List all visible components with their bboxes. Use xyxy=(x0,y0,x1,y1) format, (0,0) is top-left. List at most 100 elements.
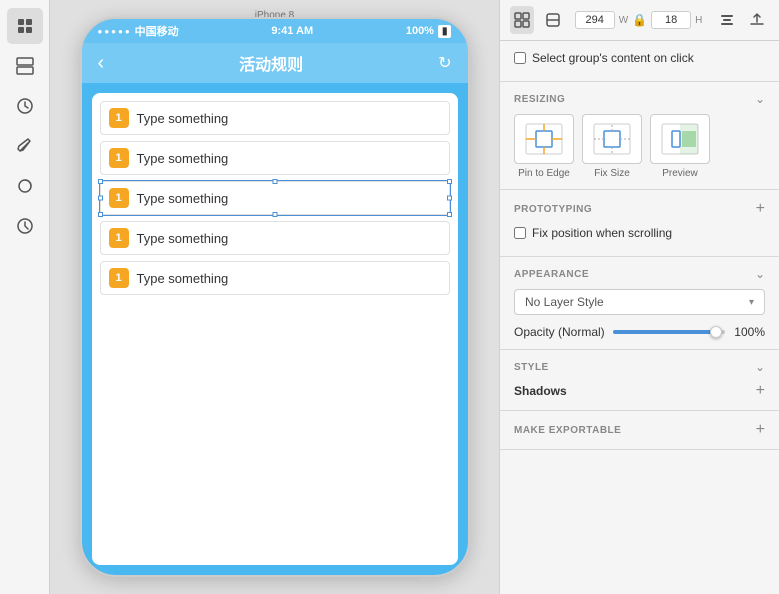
refresh-button[interactable]: ↻ xyxy=(438,53,451,73)
exportable-row: MAKE EXPORTABLE + xyxy=(514,421,765,439)
exportable-title: MAKE EXPORTABLE xyxy=(514,425,621,436)
opacity-value: 100% xyxy=(733,325,765,339)
arrange-icon[interactable] xyxy=(510,6,534,34)
resizing-options: Pin to Edge Fix Size xyxy=(514,114,765,179)
nav-title: 活动规则 xyxy=(239,51,303,75)
appearance-title: APPEARANCE xyxy=(514,269,589,280)
style-header: STYLE ⌄ xyxy=(514,360,765,374)
fix-position-checkbox[interactable] xyxy=(514,227,526,239)
selection-handle-ml[interactable] xyxy=(98,196,103,201)
prototyping-header: PROTOTYPING + xyxy=(514,200,765,218)
y-coordinate[interactable]: 18 xyxy=(651,11,691,29)
layer-style-text: No Layer Style xyxy=(525,295,604,309)
item-text: Type something xyxy=(137,191,441,206)
preview-label: Preview xyxy=(662,168,698,179)
prototyping-title: PROTOTYPING xyxy=(514,204,592,215)
opacity-label: Opacity (Normal) xyxy=(514,325,605,339)
battery-icon: ▮ xyxy=(438,25,452,38)
layer-style-dropdown[interactable]: No Layer Style ▾ xyxy=(514,289,765,315)
w-label: W xyxy=(619,15,628,26)
battery-level: 100% xyxy=(406,25,434,37)
list-item[interactable]: 1 Type something xyxy=(100,181,450,215)
shadows-row: Shadows + xyxy=(514,382,765,400)
list-item[interactable]: 1 Type something xyxy=(100,101,450,135)
grid-large-tool[interactable] xyxy=(7,48,43,84)
item-badge: 1 xyxy=(109,188,129,208)
lock-icon: 🔒 xyxy=(632,13,647,27)
prototyping-section: PROTOTYPING + Fix position when scrollin… xyxy=(500,190,779,257)
resizing-toggle[interactable]: ⌄ xyxy=(755,92,765,106)
exportable-add-button[interactable]: + xyxy=(756,421,765,439)
carrier-name: 中国移动 xyxy=(135,23,179,39)
pin-to-edge-label: Pin to Edge xyxy=(518,168,570,179)
list-item[interactable]: 1Type something xyxy=(100,261,450,295)
preview-option[interactable]: Preview xyxy=(650,114,710,179)
selection-handle-tr[interactable] xyxy=(447,179,452,184)
right-top-toolbar: 294 W 🔒 18 H xyxy=(500,0,779,41)
fix-size-box xyxy=(582,114,642,164)
selection-handle-bm[interactable] xyxy=(272,212,277,217)
fix-size-label: Fix Size xyxy=(594,168,630,179)
pen-tool[interactable] xyxy=(7,128,43,164)
canvas-area: iPhone 8 ●●●●● 中国移动 9:41 AM 100% ▮ ‹ 活动规… xyxy=(50,0,499,594)
fix-size-option[interactable]: Fix Size xyxy=(582,114,642,179)
back-button[interactable]: ‹ xyxy=(98,52,105,75)
pin-to-edge-option[interactable]: Pin to Edge xyxy=(514,114,574,179)
x-coordinate[interactable]: 294 xyxy=(575,11,615,29)
item-badge: 1 xyxy=(109,108,129,128)
h-label: H xyxy=(695,15,702,26)
shadows-add-button[interactable]: + xyxy=(756,382,765,400)
item-text: Type something xyxy=(137,231,441,246)
right-panel-body: Select group's content on click RESIZING… xyxy=(500,41,779,594)
content-list: 1 Type something 1 Type something 1 Type some… xyxy=(92,93,458,565)
group-checkbox-label[interactable]: Select group's content on click xyxy=(532,51,694,65)
coordinate-inputs: 294 W 🔒 18 H xyxy=(575,11,703,29)
list-item[interactable]: 1 Type something xyxy=(100,221,450,255)
selection-handle-br[interactable] xyxy=(447,212,452,217)
signal-dots: ●●●●● xyxy=(98,27,132,36)
left-toolbar xyxy=(0,0,50,594)
iphone-frame: ●●●●● 中国移动 9:41 AM 100% ▮ ‹ 活动规则 ↻ 1 Type… xyxy=(80,17,470,577)
opacity-slider[interactable] xyxy=(613,330,725,334)
pin-to-edge-box xyxy=(514,114,574,164)
appearance-header: APPEARANCE ⌄ xyxy=(514,267,765,281)
selection-handle-mr[interactable] xyxy=(447,196,452,201)
dropdown-arrow-icon: ▾ xyxy=(749,297,754,308)
fix-position-label[interactable]: Fix position when scrolling xyxy=(532,226,672,240)
resizing-section: RESIZING ⌄ P xyxy=(500,82,779,190)
clock-tool[interactable] xyxy=(7,208,43,244)
nav-bar: ‹ 活动规则 ↻ xyxy=(82,43,468,83)
item-badge: 1 xyxy=(109,228,129,248)
group-checkbox[interactable] xyxy=(514,52,526,64)
shadows-label: Shadows xyxy=(514,384,567,398)
resizing-header: RESIZING ⌄ xyxy=(514,92,765,106)
color-tool[interactable] xyxy=(7,168,43,204)
opacity-thumb xyxy=(710,326,722,338)
grid-small-tool[interactable] xyxy=(7,8,43,44)
symbol-icon[interactable] xyxy=(540,6,564,34)
export-icon[interactable] xyxy=(745,6,769,34)
selection-handle-bl[interactable] xyxy=(98,212,103,217)
appearance-toggle[interactable]: ⌄ xyxy=(755,267,765,281)
selection-handle-tm[interactable] xyxy=(272,179,277,184)
style-title: STYLE xyxy=(514,362,549,373)
selection-handle-tl[interactable] xyxy=(98,179,103,184)
resizing-title: RESIZING xyxy=(514,94,565,105)
item-text: Type something xyxy=(137,111,441,126)
list-item[interactable]: 1 Type something xyxy=(100,141,450,175)
preview-box xyxy=(650,114,710,164)
status-bar: ●●●●● 中国移动 9:41 AM 100% ▮ xyxy=(82,19,468,43)
group-checkbox-row: Select group's content on click xyxy=(514,51,765,65)
item-text: Type something xyxy=(137,151,441,166)
align-icon[interactable] xyxy=(714,6,738,34)
prototyping-add-button[interactable]: + xyxy=(756,200,765,218)
fix-position-row: Fix position when scrolling xyxy=(514,226,765,240)
group-section: Select group's content on click xyxy=(500,41,779,82)
style-toggle[interactable]: ⌄ xyxy=(755,360,765,374)
style-section: STYLE ⌄ Shadows + xyxy=(500,350,779,411)
symbol-tool[interactable] xyxy=(7,88,43,124)
item-badge: 1 xyxy=(109,268,129,288)
item-badge: 1 xyxy=(109,148,129,168)
right-panel: 294 W 🔒 18 H Select group's xyxy=(499,0,779,594)
opacity-row: Opacity (Normal) 100% xyxy=(514,325,765,339)
